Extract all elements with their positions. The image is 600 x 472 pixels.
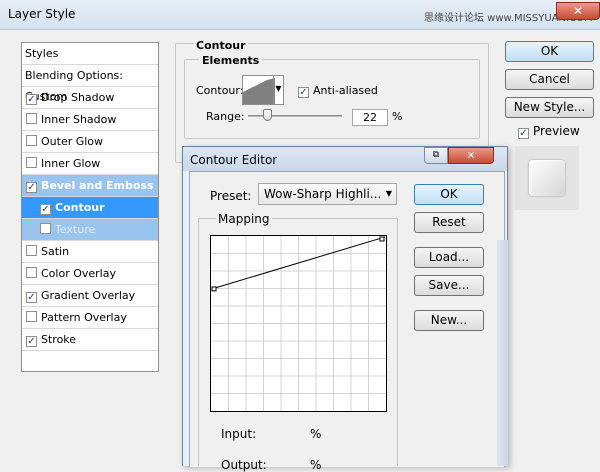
checkbox-icon: ✓ bbox=[518, 128, 529, 139]
preview-label: Preview bbox=[533, 124, 580, 138]
contour-editor-title: Contour Editor bbox=[190, 153, 278, 167]
style-item-label: Gradient Overlay bbox=[41, 289, 136, 302]
style-item-label: Satin bbox=[41, 245, 70, 258]
checkbox-icon[interactable]: ✓ bbox=[26, 94, 37, 105]
contour-dropdown-icon[interactable]: ▼ bbox=[273, 75, 283, 105]
chevron-down-icon: ▼ bbox=[385, 189, 392, 198]
styles-list: Styles Blending Options: Custom ✓ Drop Shad… bbox=[21, 42, 159, 372]
contour-label: Contour: bbox=[196, 84, 244, 97]
checkbox-icon[interactable]: ✓ bbox=[26, 182, 37, 193]
blending-options-item[interactable]: Blending Options: Custom bbox=[22, 65, 158, 103]
checkbox-icon[interactable] bbox=[26, 245, 37, 256]
preset-select[interactable]: Wow-Sharp Highli... ▼ bbox=[258, 183, 397, 205]
range-label: Range: bbox=[206, 110, 245, 123]
style-item-bevel-and-emboss[interactable]: ✓ Bevel and Emboss bbox=[22, 175, 158, 197]
checkbox-icon[interactable] bbox=[26, 157, 37, 168]
style-item-label: Inner Glow bbox=[41, 157, 101, 170]
style-item-label: Outer Glow bbox=[41, 135, 104, 148]
curve-point-start bbox=[211, 286, 217, 292]
style-item-label: Bevel and Emboss bbox=[41, 179, 154, 192]
checkbox-icon[interactable] bbox=[40, 223, 51, 234]
styles-header: Styles bbox=[22, 43, 158, 65]
layer-style-titlebar: Layer Style 思缘设计论坛 www.MISSYUAN.COM ✕ bbox=[0, 0, 600, 30]
curve-grid[interactable] bbox=[210, 235, 387, 412]
range-slider-handle[interactable] bbox=[262, 109, 272, 121]
contour-picker[interactable]: ▼ bbox=[242, 75, 284, 105]
style-item-stroke[interactable]: ✓ Stroke bbox=[22, 329, 158, 351]
window-title: Layer Style bbox=[8, 7, 76, 21]
checkbox-icon[interactable] bbox=[26, 113, 37, 124]
curve-point-end bbox=[379, 236, 385, 242]
style-item-texture[interactable]: Texture bbox=[22, 219, 158, 241]
style-item-outer-glow[interactable]: Outer Glow bbox=[22, 131, 158, 153]
style-item-inner-shadow[interactable]: Inner Shadow bbox=[22, 109, 158, 131]
editor-load-button[interactable]: Load... bbox=[414, 247, 484, 268]
mapping-title: Mapping bbox=[216, 212, 272, 226]
preview-shape bbox=[529, 160, 565, 196]
input-label: Input: bbox=[221, 427, 257, 441]
style-item-inner-glow[interactable]: Inner Glow bbox=[22, 153, 158, 175]
contour-editor-titlebar: Contour Editor ⧉ ✕ bbox=[183, 147, 507, 171]
style-item-satin[interactable]: Satin bbox=[22, 241, 158, 263]
contour-editor-close-button[interactable]: ✕ bbox=[448, 147, 494, 164]
anti-aliased-checkbox[interactable]: ✓ Anti-aliased bbox=[298, 84, 378, 98]
checkbox-icon[interactable] bbox=[26, 267, 37, 278]
anti-aliased-label: Anti-aliased bbox=[313, 84, 378, 97]
style-item-label: Texture bbox=[55, 223, 96, 236]
preview-checkbox[interactable]: ✓ Preview bbox=[518, 124, 580, 139]
checkbox-icon[interactable] bbox=[26, 311, 37, 322]
style-item-gradient-overlay[interactable]: ✓ Gradient Overlay bbox=[22, 285, 158, 307]
dialog-edge bbox=[497, 240, 508, 466]
editor-new-button[interactable]: New... bbox=[414, 310, 484, 331]
contour-section-title: Contour bbox=[194, 39, 248, 52]
range-unit: % bbox=[392, 110, 403, 123]
checkbox-icon[interactable]: ✓ bbox=[26, 292, 37, 303]
window-close-button[interactable]: ✕ bbox=[556, 2, 600, 20]
style-item-label: Pattern Overlay bbox=[41, 311, 127, 324]
ok-button[interactable]: OK bbox=[505, 41, 594, 62]
checkbox-icon[interactable] bbox=[26, 135, 37, 146]
preset-label: Preset: bbox=[210, 189, 252, 203]
checkbox-icon[interactable]: ✓ bbox=[40, 204, 51, 215]
cancel-button[interactable]: Cancel bbox=[505, 69, 594, 90]
input-unit: % bbox=[310, 427, 322, 441]
contour-thumbnail-icon bbox=[243, 78, 275, 104]
preview-thumbnail bbox=[515, 146, 579, 210]
curve-graph[interactable] bbox=[211, 236, 386, 411]
range-input[interactable]: 22 bbox=[352, 109, 388, 126]
preset-value: Wow-Sharp Highli... bbox=[264, 187, 382, 201]
style-item-label: Stroke bbox=[41, 333, 77, 346]
editor-reset-button[interactable]: Reset bbox=[414, 212, 484, 233]
style-item-label: Color Overlay bbox=[41, 267, 116, 280]
elements-group bbox=[184, 59, 480, 139]
new-style-button[interactable]: New Style... bbox=[505, 97, 594, 118]
editor-save-button[interactable]: Save... bbox=[414, 275, 484, 296]
style-item-color-overlay[interactable]: Color Overlay bbox=[22, 263, 158, 285]
style-item-contour[interactable]: ✓ Contour bbox=[22, 197, 158, 219]
style-item-label: Contour bbox=[55, 201, 105, 214]
style-item-pattern-overlay[interactable]: Pattern Overlay bbox=[22, 307, 158, 329]
output-label: Output: bbox=[221, 458, 267, 472]
checkbox-icon: ✓ bbox=[298, 87, 309, 98]
style-item-drop-shadow[interactable]: ✓ Drop Shadow bbox=[22, 87, 158, 109]
checkbox-icon[interactable]: ✓ bbox=[26, 336, 37, 347]
editor-ok-button[interactable]: OK bbox=[414, 184, 484, 205]
output-unit: % bbox=[310, 458, 322, 472]
style-item-label: Inner Shadow bbox=[41, 113, 117, 126]
restore-button[interactable]: ⧉ bbox=[424, 147, 448, 164]
elements-title: Elements bbox=[199, 54, 263, 67]
styles-header-label: Styles bbox=[25, 47, 59, 60]
style-item-label: Drop Shadow bbox=[41, 91, 115, 104]
